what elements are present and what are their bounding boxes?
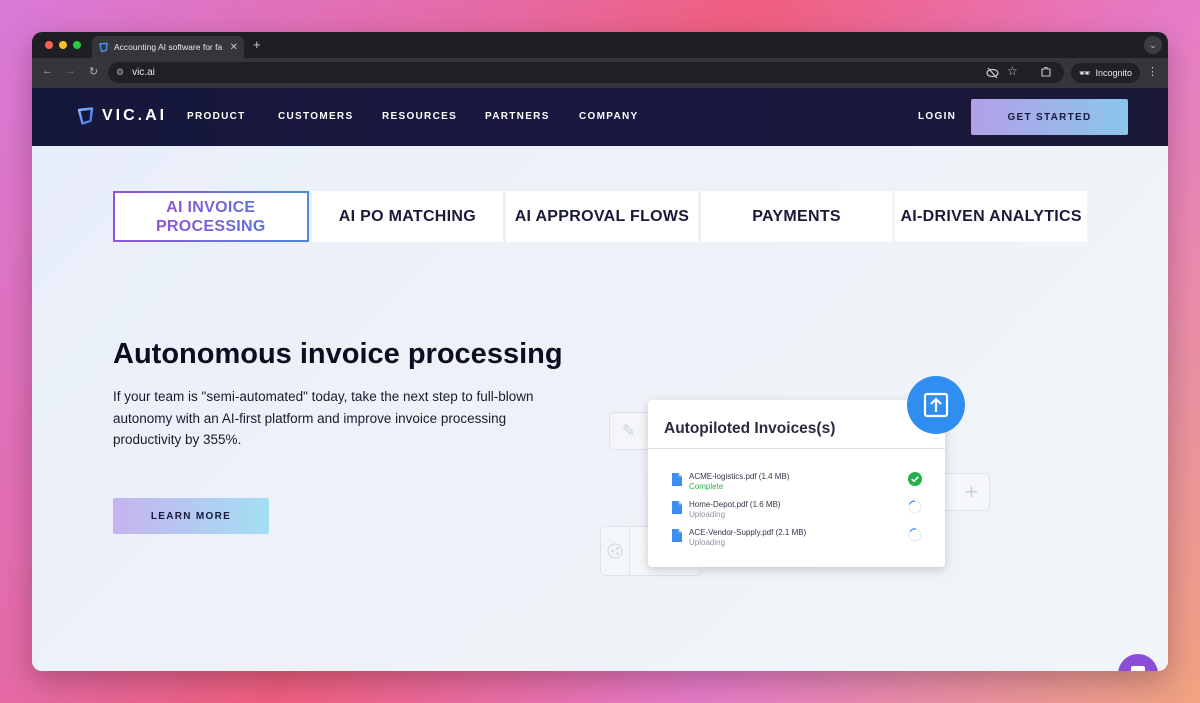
file-status: Uploading [689, 510, 726, 519]
hero-section: AI INVOICE PROCESSING AI PO MATCHING AI … [32, 146, 1168, 671]
minimize-window-button[interactable] [59, 41, 67, 49]
file-icon [672, 529, 682, 542]
tab-payments[interactable]: PAYMENTS [700, 191, 893, 242]
maximize-window-button[interactable] [73, 41, 81, 49]
incognito-badge[interactable]: 🕶 Incognito [1071, 63, 1140, 83]
upload-button[interactable] [907, 376, 965, 434]
file-status: Complete [689, 482, 724, 491]
site-info-icon[interactable]: ⚙ [116, 67, 124, 78]
file-name: Home-Depot.pdf (1.6 MB) [689, 500, 781, 509]
extensions-icon[interactable] [1040, 66, 1052, 78]
hero-description: If your team is "semi-automated" today, … [113, 389, 534, 447]
file-row: ACME-logistics.pdf (1.4 MB) Complete [672, 472, 922, 494]
check-circle-icon [908, 472, 922, 486]
forward-icon[interactable]: → [65, 65, 76, 77]
incognito-icon: 🕶 [1079, 67, 1091, 78]
card-title: Autopiloted Invoices(s) [664, 420, 836, 437]
upload-icon [923, 392, 949, 418]
file-row: ACE-Vendor-Supply.pdf (2.1 MB) Uploading [672, 528, 922, 550]
tab-search-icon[interactable]: ⌄ [1144, 36, 1162, 54]
file-icon [672, 501, 682, 514]
hero-title: Autonomous invoice processing [113, 338, 563, 370]
login-link[interactable]: LOGIN [918, 111, 956, 122]
browser-tab[interactable]: Accounting AI software for fa ✕ [92, 36, 244, 58]
file-name: ACE-Vendor-Supply.pdf (2.1 MB) [689, 528, 807, 537]
tab-ai-invoice-processing[interactable]: AI INVOICE PROCESSING [113, 191, 309, 242]
loading-spinner-icon [908, 528, 922, 542]
add-ghost-box: + [940, 473, 990, 511]
tab-ai-driven-analytics[interactable]: AI-DRIVEN ANALYTICS [895, 191, 1087, 242]
tab-ai-po-matching[interactable]: AI PO MATCHING [311, 191, 504, 242]
logo-text: VIC.AI [102, 107, 168, 124]
tab-label: AI APPROVAL FLOWS [514, 207, 690, 225]
nav-partners[interactable]: PARTNERS [485, 111, 550, 122]
tab-label: AI INVOICE PROCESSING [136, 198, 286, 236]
pencil-icon: ✎ [622, 423, 636, 440]
reload-icon[interactable]: ↻ [89, 65, 98, 78]
nav-resources[interactable]: RESOURCES [382, 111, 457, 122]
plus-icon: + [965, 479, 978, 504]
browser-window: Accounting AI software for fa ✕ + ⌄ ← → … [32, 32, 1168, 671]
share-icon [607, 543, 623, 559]
bookmark-star-icon[interactable]: ☆ [1007, 64, 1018, 78]
vicai-logo-icon [77, 107, 94, 125]
tab-label: AI PO MATCHING [338, 207, 476, 225]
loading-spinner-icon [908, 500, 922, 514]
feature-tabs: AI INVOICE PROCESSING AI PO MATCHING AI … [113, 191, 1087, 242]
incognito-label: Incognito [1095, 68, 1132, 78]
vicai-logo[interactable]: VIC.AI [76, 106, 167, 126]
close-window-button[interactable] [45, 41, 53, 49]
chat-icon [1131, 666, 1145, 671]
ghost-divider [629, 527, 630, 575]
file-status: Uploading [689, 538, 726, 547]
browser-toolbar: ← → ↻ ⚙ vic.ai ☆ 🕶 Incognito ⋮ [32, 58, 1168, 88]
new-tab-icon[interactable]: + [253, 37, 261, 52]
nav-customers[interactable]: CUSTOMERS [278, 111, 353, 122]
nav-product[interactable]: PRODUCT [187, 111, 246, 122]
url-text: vic.ai [132, 67, 155, 78]
get-started-button[interactable]: GET STARTED [971, 99, 1128, 135]
autopiloted-invoices-card: Autopiloted Invoices(s) ACME-logistics.p… [648, 400, 945, 567]
file-name: ACME-logistics.pdf (1.4 MB) [689, 472, 790, 481]
back-icon[interactable]: ← [42, 65, 53, 77]
edit-ghost-box: ✎ [609, 412, 651, 450]
close-tab-icon[interactable]: ✕ [230, 42, 238, 53]
tab-label: PAYMENTS [752, 207, 841, 225]
file-row: Home-Depot.pdf (1.6 MB) Uploading [672, 500, 922, 522]
learn-more-button[interactable]: LEARN MORE [113, 498, 269, 534]
eye-off-icon[interactable] [986, 67, 999, 79]
site-header: VIC.AI PRODUCT CUSTOMERS RESOURCES PARTN… [32, 88, 1168, 146]
vicai-favicon-icon [99, 42, 108, 52]
file-icon [672, 473, 682, 486]
tab-strip: Accounting AI software for fa ✕ + ⌄ [32, 32, 1168, 58]
nav-company[interactable]: COMPANY [579, 111, 638, 122]
tab-label: AI-DRIVEN ANALYTICS [900, 207, 1082, 225]
browser-menu-icon[interactable]: ⋮ [1147, 65, 1158, 78]
card-divider [648, 448, 945, 449]
tab-ai-approval-flows[interactable]: AI APPROVAL FLOWS [506, 191, 698, 242]
tab-title: Accounting AI software for fa [114, 42, 223, 52]
chat-widget-button[interactable] [1118, 654, 1158, 671]
address-bar[interactable]: ⚙ vic.ai [108, 62, 1064, 83]
